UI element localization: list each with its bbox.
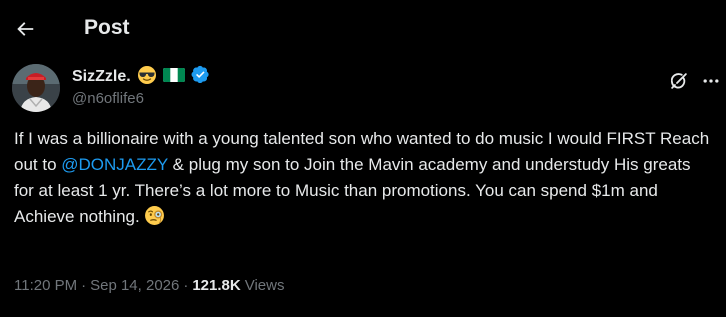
grok-button[interactable] — [662, 64, 696, 98]
more-options-button[interactable] — [694, 64, 726, 98]
tweet-text: If I was a billionaire with a young tale… — [14, 126, 714, 234]
avatar-image — [12, 64, 60, 112]
tweet-time[interactable]: 11:20 PM — [14, 277, 77, 294]
name-row: SizZzle. — [72, 65, 210, 90]
face-with-monocle-emoji — [144, 205, 165, 234]
user-handle[interactable]: @n6oflife6 — [72, 90, 210, 107]
meta-separator: · — [183, 276, 189, 294]
back-button[interactable] — [8, 12, 42, 46]
page-title: Post — [84, 16, 130, 39]
tweet-meta: 11:20 PM · Sep 14, 2026 · 121.8K Views — [14, 274, 284, 296]
arrow-left-icon — [17, 22, 34, 36]
nigeria-flag-emoji — [162, 67, 185, 88]
avatar[interactable] — [12, 64, 60, 112]
more-options-icon — [703, 79, 719, 83]
grok-icon — [670, 73, 687, 89]
top-bar: Post — [0, 0, 726, 58]
display-name[interactable]: SizZzle. — [72, 68, 131, 86]
mention-link[interactable]: @DONJAZZY — [61, 155, 168, 174]
views-label: Views — [244, 276, 285, 294]
sunglasses-emoji — [137, 65, 157, 90]
author-info: SizZzle. @n6oflife6 — [72, 65, 210, 107]
verified-badge-icon — [191, 65, 210, 89]
meta-separator: · — [81, 276, 87, 294]
tweet-date[interactable]: Sep 14, 2026 — [90, 277, 179, 294]
views-count: 121.8K — [192, 276, 241, 294]
